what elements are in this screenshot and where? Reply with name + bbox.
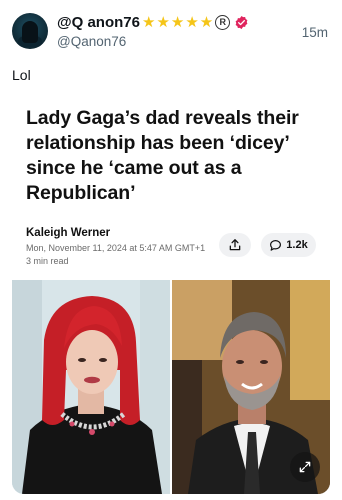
- expand-icon: [299, 461, 311, 473]
- comment-count: 1.2k: [286, 239, 308, 251]
- display-name[interactable]: @Q anon76: [57, 14, 140, 31]
- article-image[interactable]: [12, 280, 330, 494]
- star-icon: ★: [141, 13, 156, 31]
- avatar-figure: [22, 21, 38, 43]
- article-card[interactable]: Lady Gaga’s dad reveals their relationsh…: [12, 96, 330, 494]
- display-name-row[interactable]: @Q anon76 ★ ★ ★ ★ ★ R: [57, 13, 249, 31]
- expand-image-button[interactable]: [290, 452, 320, 482]
- star-icon: ★: [199, 13, 214, 31]
- star-icon: ★: [156, 13, 170, 31]
- photo-left: [12, 280, 170, 494]
- star-icon: ★: [185, 13, 199, 31]
- comments-button[interactable]: 1.2k: [261, 233, 316, 257]
- registered-icon: R: [215, 14, 231, 30]
- star-emojis: ★ ★ ★ ★ ★: [141, 15, 213, 30]
- article-read-time: 3 min read: [26, 256, 69, 266]
- share-icon: [229, 239, 241, 251]
- comment-icon: [270, 239, 282, 251]
- verified-badge-icon: [235, 15, 248, 29]
- tweet-text: Lol: [12, 67, 31, 83]
- article-author[interactable]: Kaleigh Werner: [26, 227, 110, 239]
- portrait-woman: [12, 280, 170, 494]
- article-dateline: Mon, November 11, 2024 at 5:47 AM GMT+1: [26, 243, 206, 253]
- handle[interactable]: @Qanon76: [57, 34, 126, 49]
- timestamp[interactable]: 15m: [302, 25, 328, 40]
- star-icon: ★: [170, 13, 185, 31]
- article-headline[interactable]: Lady Gaga’s dad reveals their relationsh…: [26, 106, 321, 206]
- avatar[interactable]: [12, 13, 48, 49]
- share-button[interactable]: [219, 233, 251, 257]
